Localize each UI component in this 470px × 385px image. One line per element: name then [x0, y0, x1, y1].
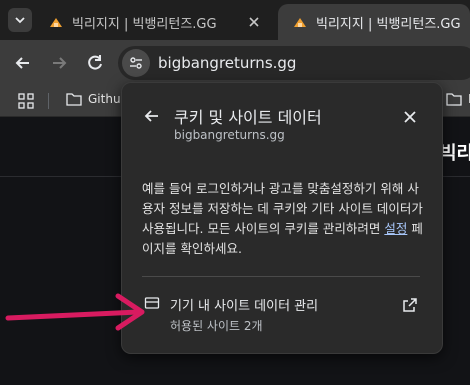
close-icon[interactable] — [401, 108, 419, 126]
bookmark-folder[interactable]: Fr — [446, 92, 470, 106]
address-bar-url: bigbangreturns.gg — [158, 54, 297, 72]
popup-divider — [142, 276, 420, 277]
bookmark-folder[interactable]: Githu — [66, 92, 121, 106]
bookmarks-separator — [48, 93, 49, 109]
settings-link[interactable]: 설정 — [384, 221, 407, 236]
tab-title: 빅리지지 | 빅뱅리턴즈.GG — [72, 16, 217, 32]
bookmark-label: Githu — [88, 92, 121, 106]
site-info-button[interactable] — [122, 49, 150, 77]
tab-close-icon[interactable] — [246, 14, 262, 30]
description-text: 예를 들어 로그인하거나 광고를 맞춤설정하기 위해 사용자 정보를 저장하는 … — [142, 181, 423, 236]
storage-icon — [144, 297, 160, 309]
apps-grid-icon[interactable] — [18, 93, 34, 109]
back-arrow-icon[interactable] — [12, 52, 34, 74]
site-favicon-icon — [294, 18, 306, 27]
allowed-sites-count: 허용된 사이트 2개 — [170, 319, 263, 333]
popup-subtitle: bigbangreturns.gg — [174, 128, 285, 142]
page-heading: 빅리 — [440, 143, 470, 164]
tab-search-button[interactable] — [8, 8, 32, 32]
chevron-down-icon — [15, 17, 25, 24]
tune-icon — [130, 57, 142, 69]
tab-inactive[interactable]: 빅리지지 | 빅뱅리턴즈.GG — [34, 4, 274, 40]
manage-site-data-button[interactable]: 기기 내 사이트 데이터 관리 허용된 사이트 2개 — [122, 288, 442, 338]
tab-active[interactable]: 빅리지지 | 빅뱅리턴즈.GG — [278, 4, 470, 40]
popup-description: 예를 들어 로그인하거나 광고를 맞춤설정하기 위해 사용자 정보를 저장하는 … — [142, 179, 427, 259]
open-external-icon — [403, 298, 417, 312]
tab-strip: 빅리지지 | 빅뱅리턴즈.GG 빅리지지 | 빅뱅리턴즈.GG — [0, 0, 470, 40]
popup-title: 쿠키 및 사이트 데이터 — [174, 108, 322, 127]
forward-arrow-icon[interactable] — [48, 52, 70, 74]
site-favicon-icon — [50, 18, 62, 27]
manage-site-data-label: 기기 내 사이트 데이터 관리 — [170, 299, 319, 314]
browser-toolbar: bigbangreturns.gg — [0, 40, 470, 86]
tab-title: 빅리지지 | 빅뱅리턴즈.GG — [316, 16, 461, 32]
folder-icon — [446, 93, 462, 106]
reload-icon[interactable] — [84, 52, 106, 74]
cookies-site-data-popup: 쿠키 및 사이트 데이터 bigbangreturns.gg 예를 들어 로그인… — [121, 82, 443, 354]
back-arrow-icon[interactable] — [142, 106, 162, 126]
folder-icon — [66, 93, 82, 106]
address-bar[interactable]: bigbangreturns.gg — [118, 46, 470, 80]
